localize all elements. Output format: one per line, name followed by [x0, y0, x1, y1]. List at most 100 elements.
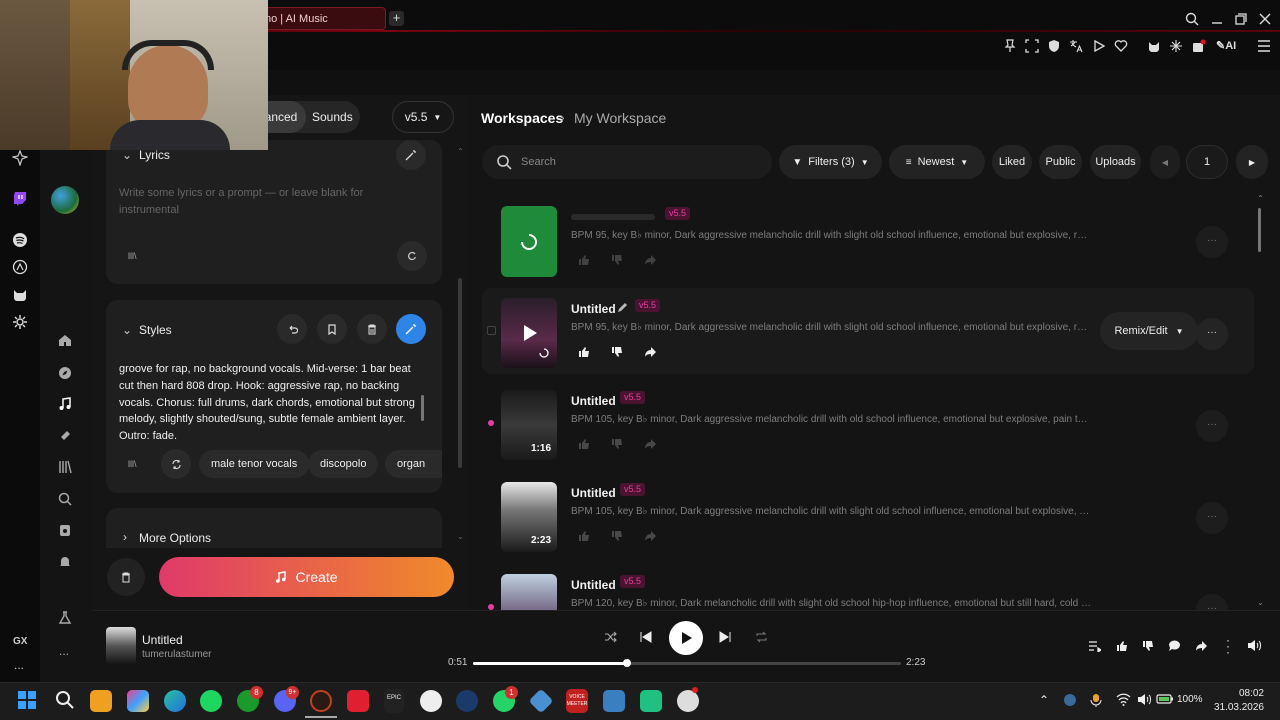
red-app-icon[interactable] [347, 690, 369, 712]
now-playing-title[interactable]: Untitled [142, 633, 183, 647]
thumbs-down-icon[interactable] [1142, 640, 1154, 652]
share-icon[interactable] [644, 530, 656, 542]
styles-input[interactable]: groove for rap, no background vocals. Mi… [119, 361, 419, 447]
song-more-button[interactable]: ··· [1196, 410, 1228, 442]
comment-icon[interactable] [1168, 640, 1181, 652]
thumbs-up-icon[interactable] [578, 438, 590, 450]
clear-styles-button[interactable] [357, 314, 387, 344]
thumbs-up-icon[interactable] [578, 346, 590, 358]
scroll-up-icon[interactable]: ⌃ [1257, 194, 1264, 203]
translate-icon[interactable] [1069, 39, 1083, 53]
edit-pencil-icon[interactable] [617, 302, 628, 313]
share-icon[interactable] [644, 438, 656, 450]
song-more-button[interactable]: ··· [1196, 226, 1228, 258]
song-thumbnail[interactable] [501, 574, 557, 610]
page-number[interactable]: 1 [1186, 145, 1228, 179]
shuffle-tags-button[interactable] [161, 449, 191, 479]
song-thumbnail[interactable] [501, 298, 557, 368]
undo-button[interactable] [277, 314, 307, 344]
previous-icon[interactable] [639, 631, 652, 643]
song-list-scrollbar[interactable] [1258, 208, 1261, 252]
twitch-icon[interactable] [12, 191, 28, 207]
scroll-up-icon[interactable]: ⌃ [457, 147, 464, 156]
thumbs-up-icon[interactable] [1116, 640, 1128, 652]
windows-start-icon[interactable] [17, 690, 37, 710]
song-title[interactable]: Untitled [571, 486, 616, 500]
settings-icon[interactable] [12, 314, 28, 330]
next-icon[interactable] [719, 631, 732, 643]
new-tab-button[interactable]: + [389, 11, 404, 26]
extension-icon[interactable] [1192, 39, 1206, 53]
song-row[interactable]: Untitled v5.5 BPM 95, key B♭ minor, Dark… [482, 288, 1254, 374]
create-nav-icon[interactable] [58, 397, 72, 411]
hooks-icon[interactable] [58, 523, 72, 537]
progress-track[interactable] [473, 659, 901, 667]
styles-ai-button[interactable] [396, 314, 426, 344]
lyrics-refresh-button[interactable] [397, 241, 427, 271]
chevron-down-icon[interactable]: ⌄ [122, 148, 132, 162]
more-options-label[interactable]: More Options [139, 531, 211, 545]
opera-gx-taskbar-icon[interactable] [310, 690, 332, 712]
song-title[interactable]: Untitled [571, 302, 616, 316]
song-more-button[interactable]: ··· [1196, 594, 1228, 610]
next-page-button[interactable]: ▶ [1236, 145, 1268, 179]
microphone-icon[interactable] [1090, 693, 1102, 707]
pin-icon[interactable] [1003, 39, 1017, 53]
tag-chip[interactable]: discopolo [308, 450, 379, 478]
song-title[interactable]: Untitled [571, 578, 616, 592]
edge-icon[interactable] [164, 690, 186, 712]
explore-icon[interactable] [58, 366, 72, 380]
remix-edit-button[interactable]: Remix/Edit ▼ [1100, 312, 1198, 350]
thumbs-down-icon[interactable] [611, 530, 623, 542]
tag-chip[interactable]: male tenor vocals [199, 450, 310, 478]
battery-icon[interactable] [1156, 693, 1174, 705]
lyrics-title[interactable]: Lyrics [139, 148, 170, 162]
now-playing-artist[interactable]: tumerulastumer [142, 649, 211, 660]
sidebar-more-icon[interactable]: ... [14, 658, 24, 672]
labs-icon[interactable] [58, 611, 72, 625]
home-icon[interactable] [58, 333, 72, 347]
thumbs-up-icon[interactable] [578, 530, 590, 542]
styles-title[interactable]: Styles [139, 323, 172, 337]
song-row[interactable]: Untitled v5.5 BPM 120, key B♭ minor, Dar… [482, 564, 1254, 610]
tray-expand-icon[interactable]: ⌃ [1039, 693, 1049, 707]
bookmark-button[interactable] [317, 314, 347, 344]
queue-icon[interactable] [1088, 640, 1101, 652]
clear-all-button[interactable] [107, 558, 145, 596]
create-button[interactable]: Create [159, 557, 454, 597]
screen-recorder-icon[interactable] [677, 690, 699, 712]
share-icon[interactable] [1195, 640, 1208, 652]
cat-extension-icon[interactable] [12, 287, 28, 303]
copilot-icon[interactable] [127, 690, 149, 712]
filters-button[interactable]: ▼ Filters (3) ▼ [779, 145, 882, 179]
library-icon[interactable] [58, 460, 72, 474]
notifications-icon[interactable] [58, 555, 72, 569]
public-filter-button[interactable]: Public [1039, 145, 1082, 179]
sort-button[interactable]: ≡ Newest ▼ [889, 145, 985, 179]
search-icon[interactable] [1185, 12, 1199, 26]
spotify-icon[interactable] [12, 232, 28, 248]
song-thumbnail[interactable]: 1:16 [501, 390, 557, 460]
search-nav-icon[interactable] [58, 492, 72, 506]
steam-tray-icon[interactable] [1063, 693, 1077, 707]
lyrics-ai-button[interactable] [396, 140, 426, 170]
scroll-down-icon[interactable]: ⌄ [457, 532, 464, 541]
song-row[interactable]: v5.5 BPM 95, key B♭ minor, Dark aggressi… [482, 196, 1254, 282]
snapshot-icon[interactable] [1025, 39, 1039, 53]
thumbs-down-icon[interactable] [611, 254, 623, 266]
search-box[interactable]: Search [482, 145, 772, 179]
search-input[interactable]: Search [521, 156, 556, 168]
search-icon[interactable] [55, 690, 75, 710]
nav-more-icon[interactable]: ... [59, 644, 69, 658]
song-more-button[interactable]: ··· [1196, 502, 1228, 534]
prev-page-button[interactable]: ◀ [1150, 145, 1180, 179]
song-row[interactable]: 1:16 Untitled v5.5 BPM 105, key B♭ minor… [482, 380, 1254, 466]
lyrics-input[interactable]: Write some lyrics or a prompt — or leave… [119, 185, 409, 219]
voicemeeter-icon[interactable]: VOICE MEETER [566, 689, 588, 713]
steam-icon[interactable] [456, 690, 478, 712]
song-more-button[interactable]: ··· [1196, 318, 1228, 350]
styles-scrollbar[interactable] [421, 395, 424, 421]
thumbs-down-icon[interactable] [611, 438, 623, 450]
shuffle-icon[interactable] [604, 631, 617, 643]
clock-time[interactable]: 08:02 [1212, 688, 1264, 699]
